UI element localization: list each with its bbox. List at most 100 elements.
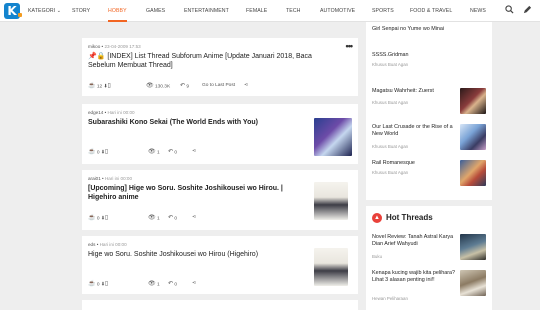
nav-news[interactable]: NEWS bbox=[470, 0, 486, 22]
views: 👁 1 bbox=[148, 214, 160, 223]
cendol-icon: ☕ bbox=[88, 83, 96, 89]
nav-story[interactable]: STORY bbox=[72, 0, 90, 22]
sidebar-item-title[interactable]: Rail Romanesque bbox=[372, 160, 458, 167]
nav-automotive[interactable]: AUTOMOTIVE bbox=[320, 0, 355, 22]
upvote-button[interactable]: ☕ 0 ⬇▯ bbox=[88, 148, 108, 157]
hot-thread-category: Buku bbox=[372, 254, 383, 259]
sidebar-item-subtitle: Khusus Buat Agan bbox=[372, 62, 409, 67]
hot-thread-title[interactable]: Kenapa kucing wajib kita pelihara? Lihat… bbox=[372, 270, 456, 284]
hot-thread-title[interactable]: Novel Review: Tanah Astral Karya Dian Ar… bbox=[372, 234, 456, 248]
thread-card: edge14 • Hari ini 00:00 Subarashiki Kono… bbox=[82, 104, 358, 164]
view-count: 130.3K bbox=[154, 84, 171, 90]
sidebar-item-title[interactable]: Girl Senpai no Yume wo Minai bbox=[372, 26, 458, 33]
thread-date: Hari ini 00:00 bbox=[104, 176, 133, 181]
thread-card bbox=[82, 300, 358, 310]
reply-count: 0 bbox=[174, 216, 178, 222]
bata-icon: ▯ bbox=[107, 83, 111, 89]
thread-author[interactable]: eds bbox=[88, 242, 95, 247]
thread-title[interactable]: Hige wo Soru. Soshite Joshikousei wo Hir… bbox=[88, 250, 308, 259]
sidebar-item-title[interactable]: Our Last Crusade or the Rise of a New Wo… bbox=[372, 124, 458, 138]
vote-count: 0 bbox=[96, 216, 100, 222]
thread-title[interactable]: 📌🔒 [INDEX] List Thread Subforum Anime [U… bbox=[88, 52, 318, 70]
bata-icon: ▯ bbox=[104, 281, 109, 287]
cendol-icon: ☕ bbox=[88, 281, 96, 287]
cendol-icon: ☕ bbox=[88, 149, 96, 155]
sidebar-item-title[interactable]: SSSS.Gridman bbox=[372, 52, 458, 59]
top-navigation-bar: K KATEGORI ⌄ STORY HOBBY GAMES ENTERTAIN… bbox=[0, 0, 540, 22]
share-icon[interactable]: ⋖ bbox=[192, 280, 196, 288]
thread-meta: mikoo • 23-04-2009 17:53 bbox=[88, 44, 141, 49]
vote-count: 0 bbox=[96, 282, 100, 288]
sidebar-thumbnail[interactable] bbox=[460, 160, 486, 186]
lock-icon: 🔒 bbox=[96, 53, 106, 60]
reply-icon: ↶ bbox=[168, 215, 174, 221]
nav-sports[interactable]: SPORTS bbox=[372, 0, 394, 22]
reply-count: 0 bbox=[174, 282, 178, 288]
hot-threads-title: Hot Threads bbox=[386, 213, 433, 223]
last-post-link[interactable]: Go to Last Post bbox=[202, 82, 235, 90]
eye-icon: 👁 bbox=[146, 83, 154, 89]
views: 👁 1 bbox=[148, 280, 160, 289]
thread-actions: ☕ 0 ⬇▯ 👁 1 ↶ 0 ⋖ bbox=[88, 280, 308, 288]
thread-thumbnail[interactable] bbox=[314, 182, 348, 220]
thread-author[interactable]: edge14 bbox=[88, 110, 103, 115]
thread-thumbnail[interactable] bbox=[314, 248, 348, 286]
eye-icon: 👁 bbox=[148, 149, 156, 155]
thread-title[interactable]: [Upcoming] Hige wo Soru. Soshite Joshiko… bbox=[88, 184, 308, 202]
nav-games[interactable]: GAMES bbox=[146, 0, 165, 22]
thread-author[interactable]: arai01 bbox=[88, 176, 101, 181]
pencil-icon[interactable] bbox=[522, 5, 533, 16]
replies[interactable]: ↶ 9 bbox=[180, 82, 189, 91]
vote-count: 0 bbox=[96, 150, 100, 156]
hot-thread-thumbnail[interactable] bbox=[460, 234, 486, 260]
nav-female[interactable]: FEMALE bbox=[246, 0, 267, 22]
nav-food-travel[interactable]: FOOD & TRAVEL bbox=[410, 0, 452, 22]
sidebar-thumbnail[interactable] bbox=[460, 88, 486, 114]
replies[interactable]: ↶ 0 bbox=[168, 214, 177, 223]
sidebar-item-title[interactable]: Magatsu Wahrheit: Zuerst bbox=[372, 88, 458, 95]
hot-thread-thumbnail[interactable] bbox=[460, 270, 486, 296]
upvote-button[interactable]: ☕ 0 ⬇▯ bbox=[88, 280, 108, 289]
thread-actions: ☕ 0 ⬇▯ 👁 1 ↶ 0 ⋖ bbox=[88, 214, 308, 222]
reply-count: 0 bbox=[174, 150, 178, 156]
replies[interactable]: ↶ 0 bbox=[168, 280, 177, 289]
thread-date: Hari ini 00:00 bbox=[107, 110, 135, 115]
thread-thumbnail[interactable] bbox=[314, 118, 352, 156]
eye-icon: 👁 bbox=[148, 281, 156, 287]
view-count: 1 bbox=[156, 150, 160, 156]
thread-date: 23-04-2009 17:53 bbox=[104, 44, 141, 49]
reply-icon: ↶ bbox=[168, 281, 174, 287]
sidebar-thumbnail[interactable] bbox=[460, 124, 486, 150]
chevron-down-icon: ⌄ bbox=[56, 8, 62, 14]
share-icon[interactable]: ⋖ bbox=[244, 82, 248, 90]
share-icon[interactable]: ⋖ bbox=[192, 148, 196, 156]
sidebar-item-subtitle: Khusus Buat Agan bbox=[372, 100, 409, 105]
sidebar-item-subtitle: Khusus Buat Agan bbox=[372, 144, 409, 149]
share-icon[interactable]: ⋖ bbox=[192, 214, 196, 222]
nav-categories[interactable]: KATEGORI ⌄ bbox=[28, 0, 61, 22]
thread-card: eds • Hari ini 00:00 Hige wo Soru. Soshi… bbox=[82, 236, 358, 294]
thread-card: mikoo • 23-04-2009 17:53 ••• 📌🔒 [INDEX] … bbox=[82, 38, 358, 96]
reply-count: 9 bbox=[186, 84, 190, 90]
views: 👁 130.3K bbox=[146, 82, 170, 91]
fire-icon: ▲ bbox=[372, 213, 382, 223]
nav-tech[interactable]: TECH bbox=[286, 0, 301, 22]
pin-icon: 📌 bbox=[88, 53, 97, 60]
bata-icon: ▯ bbox=[104, 215, 109, 221]
thread-actions: ☕ 12 ⬇▯ 👁 130.3K ↶ 9 Go to Last Post ⋖ bbox=[88, 82, 352, 90]
kaskus-logo-icon[interactable]: K bbox=[4, 3, 22, 19]
nav-hobby[interactable]: HOBBY bbox=[108, 0, 127, 22]
thread-meta: eds • Hari ini 00:00 bbox=[88, 242, 127, 247]
upvote-button[interactable]: ☕ 12 ⬇▯ bbox=[88, 82, 111, 91]
search-icon[interactable] bbox=[504, 5, 515, 16]
thread-meta: edge14 • Hari ini 00:00 bbox=[88, 110, 135, 115]
replies[interactable]: ↶ 0 bbox=[168, 148, 177, 157]
more-options-icon[interactable]: ••• bbox=[346, 41, 354, 51]
thread-title-text: [INDEX] List Thread Subforum Anime [Upda… bbox=[88, 53, 312, 69]
thread-date: Hari ini 00:00 bbox=[99, 242, 127, 247]
vote-count: 12 bbox=[96, 84, 103, 90]
thread-author[interactable]: mikoo bbox=[88, 44, 100, 49]
upvote-button[interactable]: ☕ 0 ⬇▯ bbox=[88, 214, 108, 223]
thread-title[interactable]: Subarashiki Kono Sekai (The World Ends w… bbox=[88, 118, 308, 127]
nav-entertainment[interactable]: ENTERTAINMENT bbox=[184, 0, 229, 22]
